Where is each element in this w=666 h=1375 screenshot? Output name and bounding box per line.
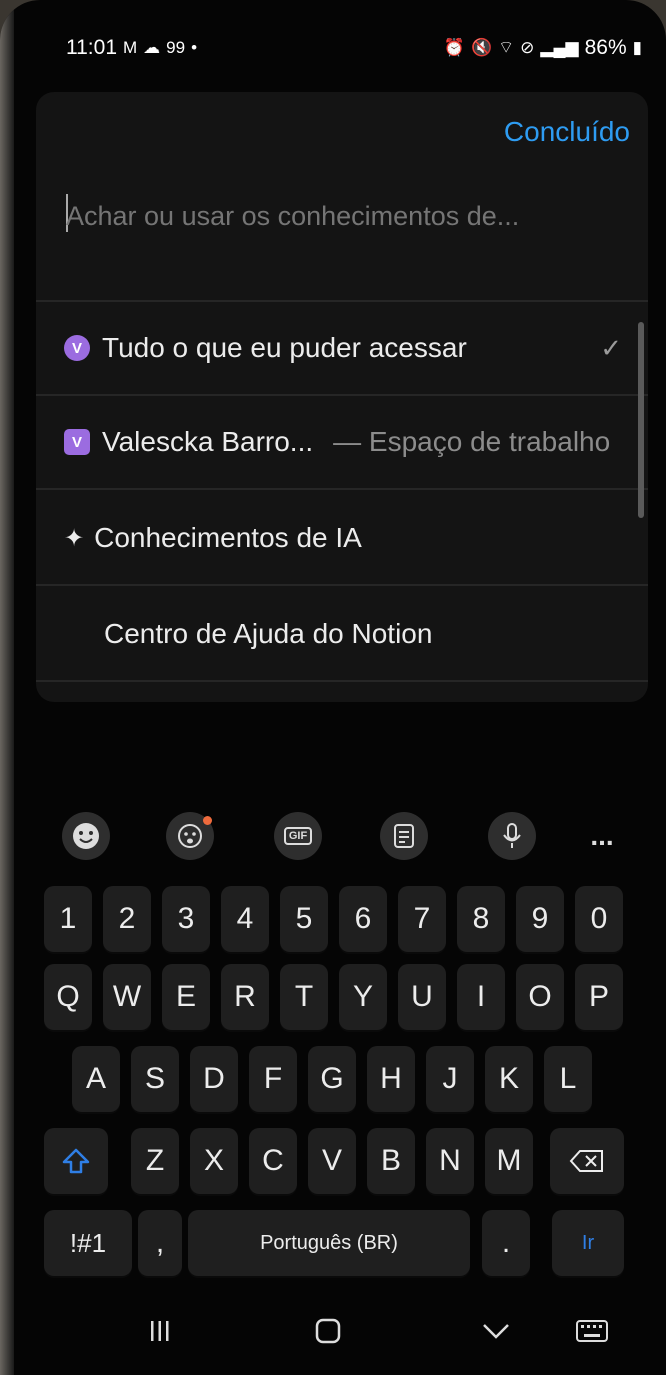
divider (36, 584, 648, 586)
backspace-key[interactable] (550, 1128, 624, 1194)
status-left: 11:01 M ☁ 99 • (66, 36, 197, 60)
done-button[interactable]: Concluído (504, 116, 630, 148)
phone-edge (0, 0, 14, 1375)
clipboard-icon[interactable] (380, 812, 428, 860)
dnd-icon: ⊘ (520, 38, 535, 57)
keyboard: 1 2 3 4 5 6 7 8 9 0 Q W E R T Y U I O P … (30, 882, 634, 1282)
period-key[interactable]: . (482, 1210, 530, 1276)
mic-icon[interactable] (488, 812, 536, 860)
key-r[interactable]: R (221, 964, 269, 1030)
key-q[interactable]: Q (44, 964, 92, 1030)
scrollbar[interactable] (638, 322, 644, 518)
key-6[interactable]: 6 (339, 886, 387, 952)
key-x[interactable]: X (190, 1128, 238, 1194)
key-i[interactable]: I (457, 964, 505, 1030)
list-item-all-access[interactable]: V Tudo o que eu puder acessar ✓ (64, 318, 630, 378)
divider (36, 680, 648, 682)
key-7[interactable]: 7 (398, 886, 446, 952)
key-o[interactable]: O (516, 964, 564, 1030)
workspace-badge-icon: V (64, 335, 90, 361)
key-z[interactable]: Z (131, 1128, 179, 1194)
key-d[interactable]: D (190, 1046, 238, 1112)
phone-screen: 11:01 M ☁ 99 • ⏰ 🔇 ⌔ ⊘ ▂▄▆ 86% ▮ Concluí… (0, 0, 666, 1375)
recents-icon[interactable] (136, 1307, 184, 1355)
key-u[interactable]: U (398, 964, 446, 1030)
key-a[interactable]: A (72, 1046, 120, 1112)
key-8[interactable]: 8 (457, 886, 505, 952)
knowledge-source-panel: Concluído V Tudo o que eu puder acessar … (36, 92, 648, 702)
navigation-bar (0, 1295, 666, 1375)
workspace-badge-icon: V (64, 429, 90, 455)
emoji-icon[interactable] (62, 812, 110, 860)
notification-dot (203, 816, 212, 825)
status-time: 11:01 (66, 36, 117, 59)
list-item-secondary: — Espaço de trabalho (333, 426, 611, 457)
list-item-label: Valescka Barro... (102, 426, 314, 457)
key-k[interactable]: K (485, 1046, 533, 1112)
search-input[interactable] (66, 196, 626, 236)
key-4[interactable]: 4 (221, 886, 269, 952)
shift-key[interactable] (44, 1128, 108, 1194)
key-p[interactable]: P (575, 964, 623, 1030)
list-item-label: Centro de Ajuda do Notion (104, 618, 433, 649)
notification-count: 99 (166, 38, 186, 57)
keyboard-switch-icon[interactable] (568, 1307, 616, 1355)
key-j[interactable]: J (426, 1046, 474, 1112)
divider (36, 488, 648, 490)
alarm-icon: ⏰ (443, 38, 465, 57)
space-key[interactable]: Português (BR) (188, 1210, 470, 1276)
comma-key[interactable]: , (138, 1210, 182, 1276)
status-right: ⏰ 🔇 ⌔ ⊘ ▂▄▆ 86% ▮ (444, 36, 642, 60)
key-s[interactable]: S (131, 1046, 179, 1112)
list-item-label: Tudo o que eu puder acessar (102, 332, 467, 363)
gif-icon[interactable]: GIF (274, 812, 322, 860)
key-l[interactable]: L (544, 1046, 592, 1112)
key-3[interactable]: 3 (162, 886, 210, 952)
key-y[interactable]: Y (339, 964, 387, 1030)
key-m[interactable]: M (485, 1128, 533, 1194)
dot-icon: • (191, 38, 198, 57)
list-item-ai-knowledge[interactable]: ✦ Conhecimentos de IA (64, 508, 630, 568)
key-h[interactable]: H (367, 1046, 415, 1112)
key-1[interactable]: 1 (44, 886, 92, 952)
divider (36, 300, 648, 302)
key-0[interactable]: 0 (575, 886, 623, 952)
enter-key[interactable]: Ir (552, 1210, 624, 1276)
key-n[interactable]: N (426, 1128, 474, 1194)
symbols-key[interactable]: !#1 (44, 1210, 132, 1276)
sparkle-icon: ✦ (64, 524, 85, 552)
key-t[interactable]: T (280, 964, 328, 1030)
key-v[interactable]: V (308, 1128, 356, 1194)
sticker-icon[interactable] (166, 812, 214, 860)
signal-icon: ▂▄▆ (540, 38, 579, 57)
status-bar: 11:01 M ☁ 99 • ⏰ 🔇 ⌔ ⊘ ▂▄▆ 86% ▮ (40, 30, 642, 70)
key-f[interactable]: F (249, 1046, 297, 1112)
cloud-icon: ☁ (143, 38, 161, 57)
battery-level: 86% (584, 36, 627, 59)
key-b[interactable]: B (367, 1128, 415, 1194)
key-c[interactable]: C (249, 1128, 297, 1194)
battery-icon: ▮ (632, 38, 642, 57)
gif-label: GIF (283, 827, 313, 845)
gmail-icon: M (123, 38, 138, 57)
check-icon: ✓ (600, 332, 622, 363)
back-icon[interactable] (472, 1307, 520, 1355)
list-item-workspace[interactable]: V Valescka Barro... — Espaço de trabalho (64, 412, 630, 472)
list-item-help-center[interactable]: Centro de Ajuda do Notion (104, 604, 630, 664)
key-2[interactable]: 2 (103, 886, 151, 952)
list-item-label: Conhecimentos de IA (94, 522, 362, 553)
keyboard-toolbar: GIF ... (0, 800, 666, 890)
key-9[interactable]: 9 (516, 886, 564, 952)
mute-icon: 🔇 (471, 38, 493, 57)
backspace-icon (569, 1150, 603, 1172)
more-icon[interactable]: ... (578, 812, 626, 860)
shift-icon (62, 1148, 90, 1174)
key-e[interactable]: E (162, 964, 210, 1030)
key-w[interactable]: W (103, 964, 151, 1030)
wifi-icon: ⌔ (498, 38, 515, 57)
key-g[interactable]: G (308, 1046, 356, 1112)
divider (36, 394, 648, 396)
key-5[interactable]: 5 (280, 886, 328, 952)
home-icon[interactable] (304, 1307, 352, 1355)
